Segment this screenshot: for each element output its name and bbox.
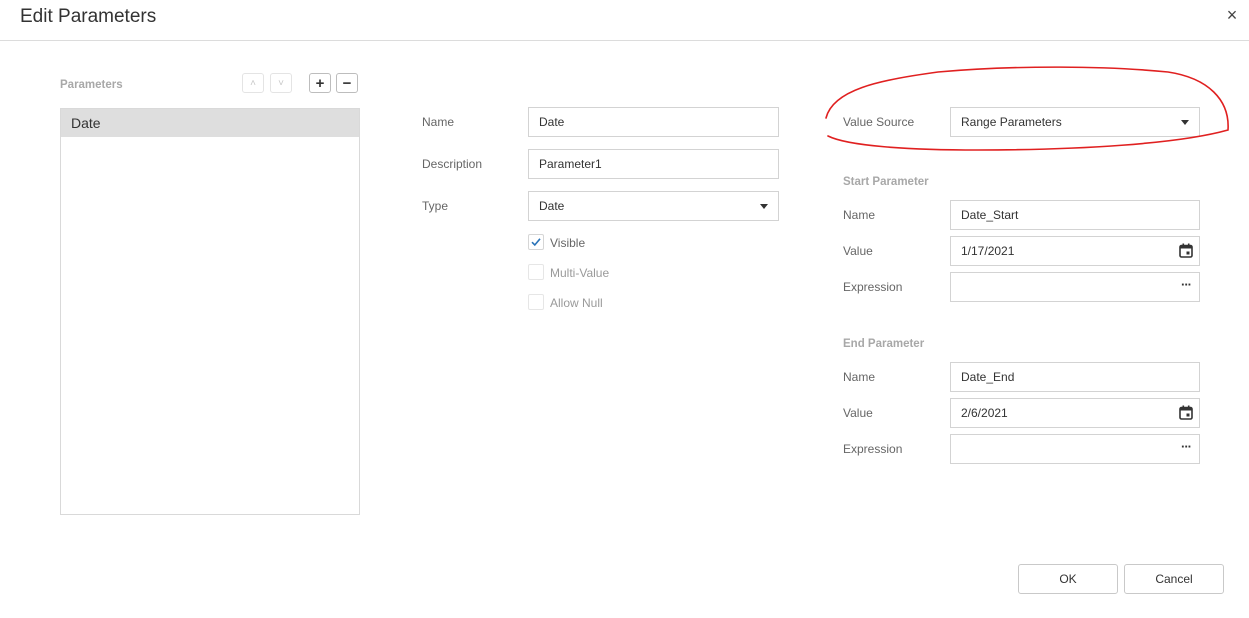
end-name-label: Name [843, 370, 876, 384]
remove-parameter-button[interactable]: − [336, 73, 358, 93]
end-name-input[interactable]: Date_End [950, 362, 1200, 392]
start-date-input[interactable]: 1/17/2021 [950, 236, 1200, 266]
description-label: Description [422, 157, 483, 171]
chevron-up-icon: ˄ [250, 77, 256, 89]
name-input[interactable]: Date [528, 107, 779, 137]
start-name-label: Name [843, 208, 876, 222]
start-date-input-value: 1/17/2021 [961, 244, 1015, 258]
end-expression-input[interactable]: ··· [950, 434, 1200, 464]
allow-null-label: Allow Null [550, 296, 603, 310]
chevron-down-icon: ˅ [278, 77, 284, 89]
minus-icon: − [342, 74, 352, 92]
start-parameter-heading: Start Parameter [843, 176, 929, 188]
add-parameter-button[interactable]: + [309, 73, 331, 93]
start-value-label: Value [843, 244, 873, 258]
parameters-label: Parameters [60, 79, 123, 91]
end-value-label: Value [843, 406, 873, 420]
list-item[interactable]: Date [61, 109, 359, 137]
end-name-input-value: Date_End [961, 370, 1015, 384]
end-parameter-heading: End Parameter [843, 338, 925, 350]
start-name-input-value: Date_Start [961, 208, 1019, 222]
allow-null-checkbox[interactable] [528, 294, 544, 310]
close-icon[interactable]: × [1222, 4, 1242, 26]
ok-button[interactable]: OK [1018, 564, 1118, 594]
type-select-value: Date [539, 199, 565, 213]
start-expression-input[interactable]: ··· [950, 272, 1200, 302]
name-input-value: Date [539, 115, 565, 129]
multi-value-label: Multi-Value [550, 266, 610, 280]
multi-value-checkbox[interactable] [528, 264, 544, 280]
name-label: Name [422, 115, 455, 129]
description-input-value: Parameter1 [539, 157, 602, 171]
start-name-input[interactable]: Date_Start [950, 200, 1200, 230]
annotation-circle [825, 66, 1229, 151]
plus-icon: + [315, 74, 325, 92]
type-select[interactable]: Date [528, 191, 779, 221]
visible-checkbox[interactable] [528, 234, 544, 250]
ellipsis-icon[interactable]: ··· [1181, 277, 1192, 292]
checkmark-icon [531, 238, 541, 247]
calendar-icon[interactable] [1179, 243, 1193, 258]
end-date-input[interactable]: 2/6/2021 [950, 398, 1200, 428]
type-label: Type [422, 199, 449, 213]
calendar-icon[interactable] [1179, 405, 1193, 420]
start-expression-label: Expression [843, 280, 903, 294]
parameters-list[interactable]: Date [60, 108, 360, 515]
move-up-button[interactable]: ˄ [242, 73, 264, 93]
ellipsis-icon[interactable]: ··· [1181, 439, 1192, 454]
visible-label: Visible [550, 236, 586, 250]
dialog-title: Edit Parameters [20, 6, 157, 27]
description-input[interactable]: Parameter1 [528, 149, 779, 179]
end-expression-label: Expression [843, 442, 903, 456]
end-date-input-value: 2/6/2021 [961, 406, 1008, 420]
move-down-button[interactable]: ˅ [270, 73, 292, 93]
cancel-button[interactable]: Cancel [1124, 564, 1224, 594]
header-divider [0, 40, 1249, 41]
dropdown-caret-icon [760, 204, 768, 209]
